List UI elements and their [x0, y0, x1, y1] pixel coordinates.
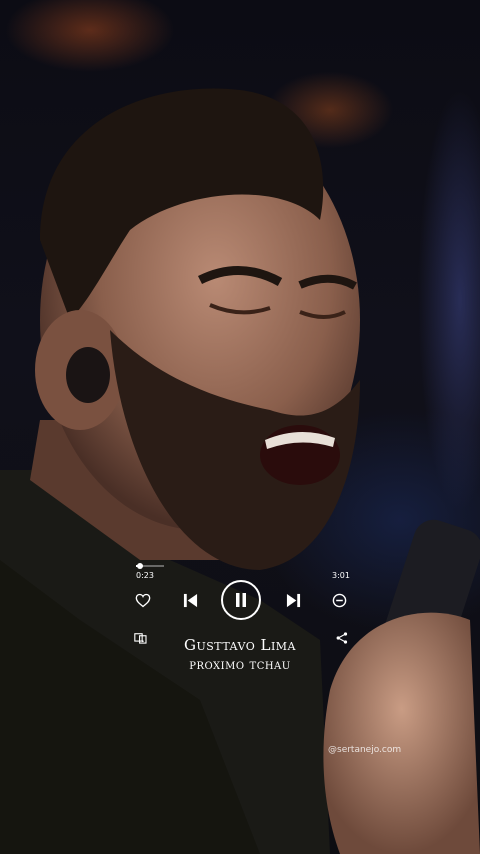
artist-name: Gusttavo Lima	[183, 636, 296, 654]
skip-next-icon[interactable]	[284, 591, 302, 609]
minus-circle-icon[interactable]	[331, 592, 347, 608]
watermark: @sertanejo.com	[328, 745, 402, 755]
song-title: proximo tchau	[189, 657, 291, 673]
pause-icon[interactable]	[233, 592, 249, 608]
video-frame: 0:23 3:01 Gusttavo Lima proximo tchau @s…	[0, 0, 480, 854]
total-time: 3:01	[332, 571, 350, 580]
music-player-overlay: 0:23 3:01 Gusttavo Lima proximo tchau @s…	[0, 0, 480, 854]
share-icon[interactable]	[335, 631, 349, 645]
skip-previous-icon[interactable]	[181, 591, 199, 609]
device-cast-icon[interactable]	[133, 631, 147, 645]
progress-bar[interactable]	[136, 563, 164, 569]
current-time: 0:23	[136, 571, 154, 580]
heart-icon[interactable]	[134, 591, 152, 609]
progress-knob[interactable]	[136, 563, 143, 569]
